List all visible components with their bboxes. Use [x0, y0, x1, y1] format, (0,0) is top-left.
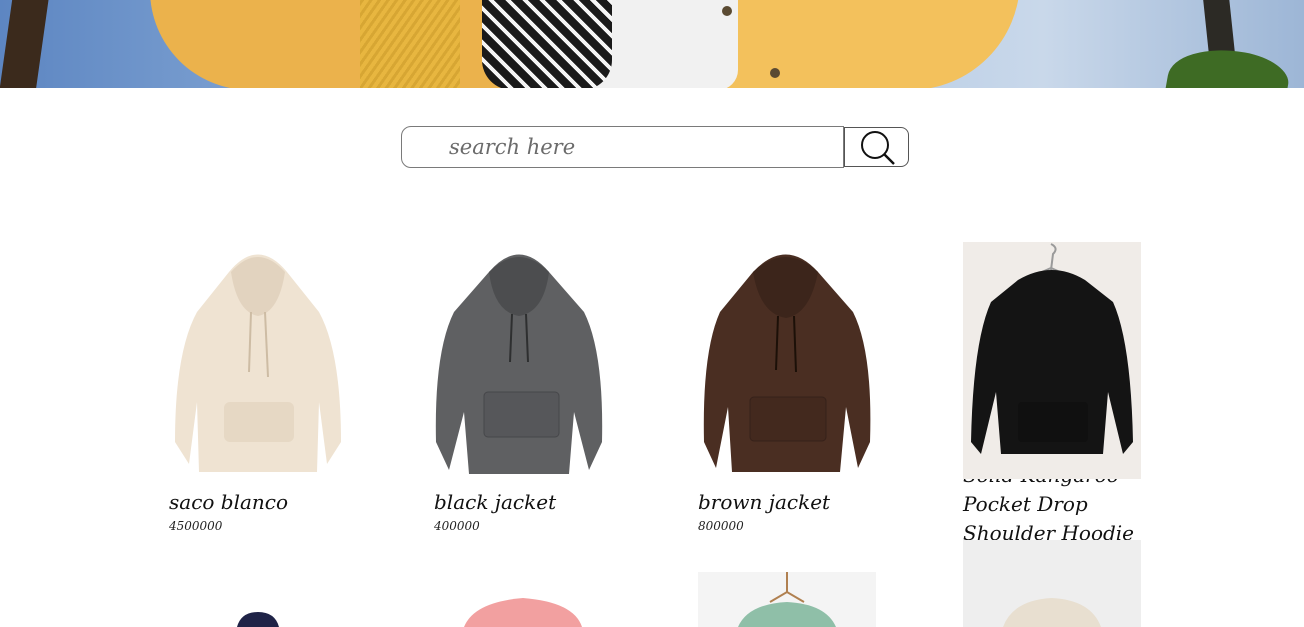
hoodie-image	[175, 254, 341, 472]
hoodie-image	[1003, 598, 1101, 627]
hero-banner	[0, 0, 1304, 88]
search-button[interactable]	[844, 127, 909, 167]
product-card[interactable]	[698, 572, 876, 627]
search-icon	[861, 131, 895, 165]
product-card[interactable]	[963, 540, 1141, 627]
hero-snap	[722, 6, 732, 16]
search-bar	[401, 126, 909, 168]
product-price: 400000	[434, 519, 480, 533]
product-image[interactable]	[434, 242, 612, 479]
product-card[interactable]: Solid Kangaroo Pocket Drop Shoulder Hood…	[963, 242, 1141, 548]
product-price: 4500000	[169, 519, 223, 533]
search-input[interactable]	[401, 126, 844, 168]
hero-snap	[770, 68, 780, 78]
product-name: brown jacket	[698, 490, 831, 514]
hoodie-image	[435, 254, 603, 474]
product-image[interactable]	[963, 242, 1141, 479]
hero-cord	[482, 0, 612, 88]
hoodie-image	[971, 243, 1133, 454]
hoodie-image	[464, 598, 582, 627]
product-card[interactable]: black jacket 400000	[434, 242, 612, 533]
product-card[interactable]	[434, 572, 612, 627]
hoodie-image	[237, 612, 279, 627]
product-image[interactable]	[169, 242, 347, 479]
product-card[interactable]: brown jacket 800000	[698, 242, 876, 533]
product-card[interactable]	[169, 572, 347, 627]
product-price: 800000	[698, 519, 744, 533]
product-name: black jacket	[434, 490, 557, 514]
product-image[interactable]	[698, 242, 876, 479]
hoodie-image	[738, 572, 836, 627]
hero-zipper	[360, 0, 460, 88]
product-card[interactable]: saco blanco 4500000	[169, 242, 347, 533]
hoodie-image	[703, 254, 871, 472]
product-name: saco blanco	[169, 490, 289, 514]
